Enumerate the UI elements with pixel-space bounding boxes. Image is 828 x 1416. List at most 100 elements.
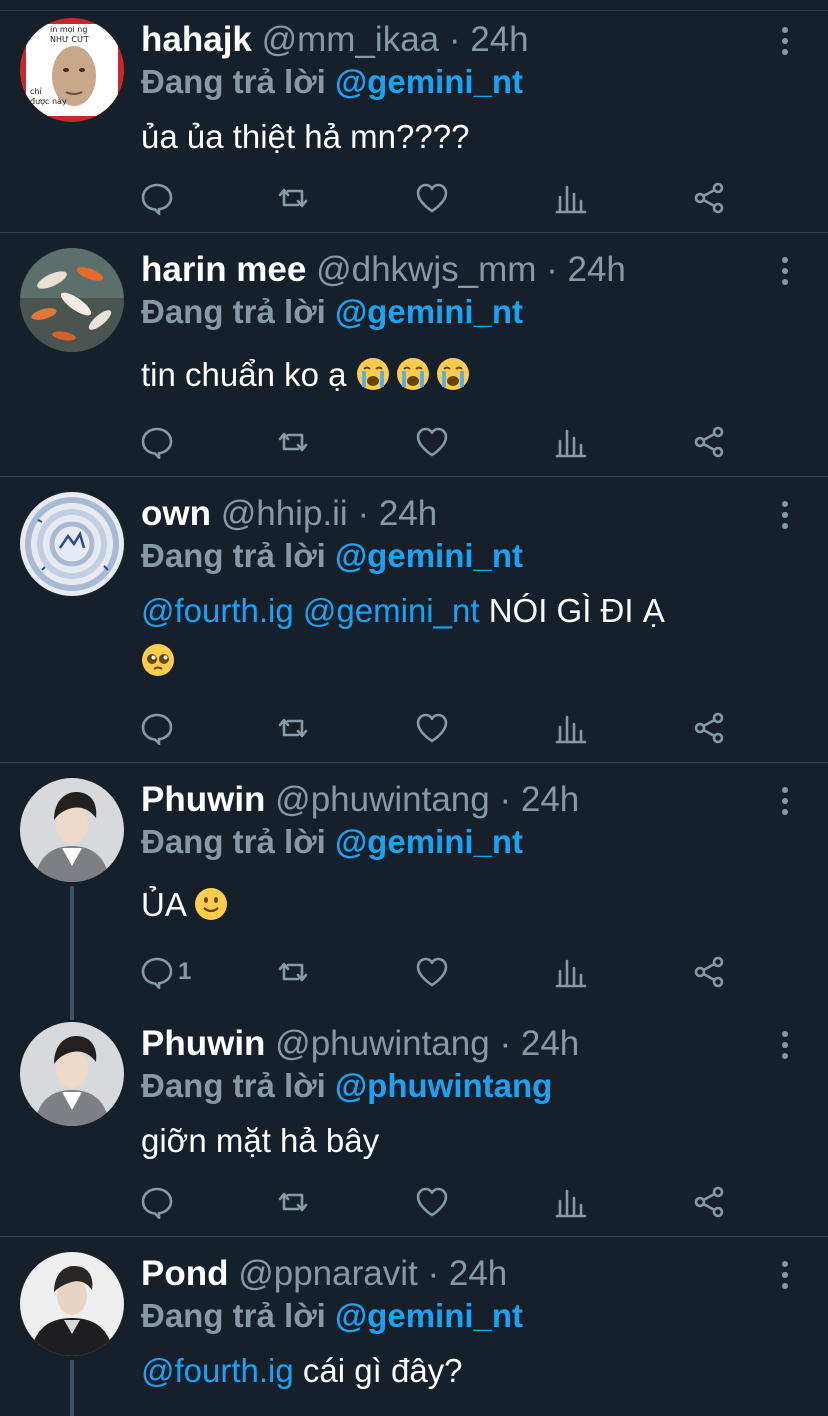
reply-button[interactable] xyxy=(140,178,174,218)
retweet-icon xyxy=(278,962,308,982)
tweet[interactable]: Pond @ppnaravit · 24h Đang trả lời @gemi… xyxy=(0,1236,828,1416)
analytics-button[interactable] xyxy=(554,1182,588,1222)
analytics-button[interactable] xyxy=(554,422,588,462)
display-name[interactable]: harin mee xyxy=(141,250,306,289)
share-button[interactable] xyxy=(692,1182,726,1222)
analytics-button[interactable] xyxy=(554,708,588,748)
loudly-crying-face-icon xyxy=(396,358,429,390)
avatar[interactable] xyxy=(20,492,124,596)
like-icon xyxy=(416,427,448,457)
reply-button[interactable]: 1 xyxy=(140,952,191,992)
reply-button[interactable] xyxy=(140,1182,174,1222)
reply-mention[interactable]: @gemini_nt xyxy=(335,823,523,860)
share-button[interactable] xyxy=(692,952,726,992)
svg-text:NHƯ CỨT: NHƯ CỨT xyxy=(50,33,89,44)
tweet[interactable]: in mọi ng NHƯ CỨT chỉ được này hahajk @m… xyxy=(0,0,828,232)
avatar[interactable]: in mọi ng NHƯ CỨT chỉ được này xyxy=(20,18,124,122)
timestamp[interactable]: · 24h xyxy=(427,1254,507,1293)
reply-context: Đang trả lời @gemini_nt xyxy=(141,534,523,578)
like-button[interactable] xyxy=(415,952,449,992)
share-icon xyxy=(694,1186,724,1218)
more-options-icon[interactable] xyxy=(774,500,796,530)
more-options-icon[interactable] xyxy=(774,786,796,816)
reply-button[interactable] xyxy=(140,708,174,748)
pleading-face-icon xyxy=(142,644,174,676)
avatar[interactable] xyxy=(20,778,124,882)
more-options-icon[interactable] xyxy=(774,1030,796,1060)
display-name[interactable]: Pond xyxy=(141,1254,228,1293)
retweet-button[interactable] xyxy=(276,708,310,748)
handle[interactable]: @phuwintang xyxy=(275,1024,490,1063)
like-button[interactable] xyxy=(415,178,449,218)
share-icon xyxy=(694,426,724,458)
analytics-button[interactable] xyxy=(554,178,588,218)
display-name[interactable]: Phuwin xyxy=(141,780,265,819)
svg-text:được này: được này xyxy=(30,97,67,106)
reply-mention[interactable]: @gemini_nt xyxy=(335,537,523,574)
retweet-icon xyxy=(278,188,308,208)
reply-button[interactable] xyxy=(140,422,174,462)
like-button[interactable] xyxy=(415,1182,449,1222)
analytics-icon xyxy=(555,959,587,988)
analytics-button[interactable] xyxy=(554,952,588,992)
handle[interactable]: @phuwintang xyxy=(275,780,490,819)
reply-mention[interactable]: @gemini_nt xyxy=(335,1297,523,1334)
timestamp[interactable]: · 24h xyxy=(499,780,579,819)
timestamp[interactable]: · 24h xyxy=(546,250,626,289)
timestamp[interactable]: · 24h xyxy=(357,494,437,533)
share-button[interactable] xyxy=(692,178,726,218)
tweet-text: @fourth.ig cái gì đây? xyxy=(141,1346,781,1396)
tweet-header: own @hhip.ii · 24h xyxy=(141,492,437,536)
mention-link[interactable]: @gemini_nt xyxy=(303,592,480,629)
like-icon xyxy=(416,1187,448,1217)
like-button[interactable] xyxy=(415,708,449,748)
tweet[interactable]: own @hhip.ii · 24h Đang trả lời @gemini_… xyxy=(0,476,828,762)
like-button[interactable] xyxy=(415,422,449,462)
avatar[interactable] xyxy=(20,1022,124,1126)
share-icon xyxy=(694,182,724,214)
retweet-button[interactable] xyxy=(276,178,310,218)
reply-count: 1 xyxy=(178,958,192,985)
display-name[interactable]: own xyxy=(141,494,211,533)
reply-mention[interactable]: @gemini_nt xyxy=(335,293,523,330)
tweet[interactable]: Phuwin @phuwintang · 24h Đang trả lời @p… xyxy=(0,1006,828,1236)
tweet-header: Phuwin @phuwintang · 24h xyxy=(141,1022,579,1066)
tweet[interactable]: harin mee @dhkwjs_mm · 24h Đang trả lời … xyxy=(0,232,828,476)
mention-link[interactable]: @fourth.ig xyxy=(141,592,294,629)
handle[interactable]: @dhkwjs_mm xyxy=(316,250,536,289)
reply-mention[interactable]: @gemini_nt xyxy=(335,63,523,100)
tweet-text-content: ủa ủa thiệt hả mn???? xyxy=(141,118,470,155)
handle[interactable]: @ppnaravit xyxy=(238,1254,418,1293)
reply-mention[interactable]: @phuwintang xyxy=(335,1067,552,1104)
tweet-text-content: NÓI GÌ ĐI Ạ xyxy=(488,592,665,629)
share-button[interactable] xyxy=(692,708,726,748)
more-options-icon[interactable] xyxy=(774,26,796,56)
avatar[interactable] xyxy=(20,1252,124,1356)
handle[interactable]: @hhip.ii xyxy=(221,494,348,533)
retweet-button[interactable] xyxy=(276,952,310,992)
loudly-crying-face-icon xyxy=(436,358,469,390)
reply-prefix: Đang trả lời xyxy=(141,823,326,860)
mention-link[interactable]: @fourth.ig xyxy=(141,1352,294,1389)
retweet-button[interactable] xyxy=(276,422,310,462)
svg-text:in mọi ng: in mọi ng xyxy=(50,25,87,34)
timestamp[interactable]: · 24h xyxy=(449,20,529,59)
reply-prefix: Đang trả lời xyxy=(141,63,326,100)
reply-feed: in mọi ng NHƯ CỨT chỉ được này hahajk @m… xyxy=(0,0,828,1416)
reply-icon xyxy=(141,1187,173,1219)
avatar[interactable] xyxy=(20,248,124,352)
share-button[interactable] xyxy=(692,422,726,462)
like-icon xyxy=(416,183,448,213)
avatar-image xyxy=(20,248,124,352)
analytics-icon xyxy=(555,715,587,744)
display-name[interactable]: Phuwin xyxy=(141,1024,265,1063)
timestamp[interactable]: · 24h xyxy=(499,1024,579,1063)
reply-context: Đang trả lời @gemini_nt xyxy=(141,1294,523,1338)
tweet[interactable]: Phuwin @phuwintang · 24h Đang trả lời @g… xyxy=(0,762,828,1006)
reply-prefix: Đang trả lời xyxy=(141,537,326,574)
display-name[interactable]: hahajk xyxy=(141,20,252,59)
more-options-icon[interactable] xyxy=(774,1260,796,1290)
handle[interactable]: @mm_ikaa xyxy=(262,20,440,59)
more-options-icon[interactable] xyxy=(774,256,796,286)
retweet-button[interactable] xyxy=(276,1182,310,1222)
